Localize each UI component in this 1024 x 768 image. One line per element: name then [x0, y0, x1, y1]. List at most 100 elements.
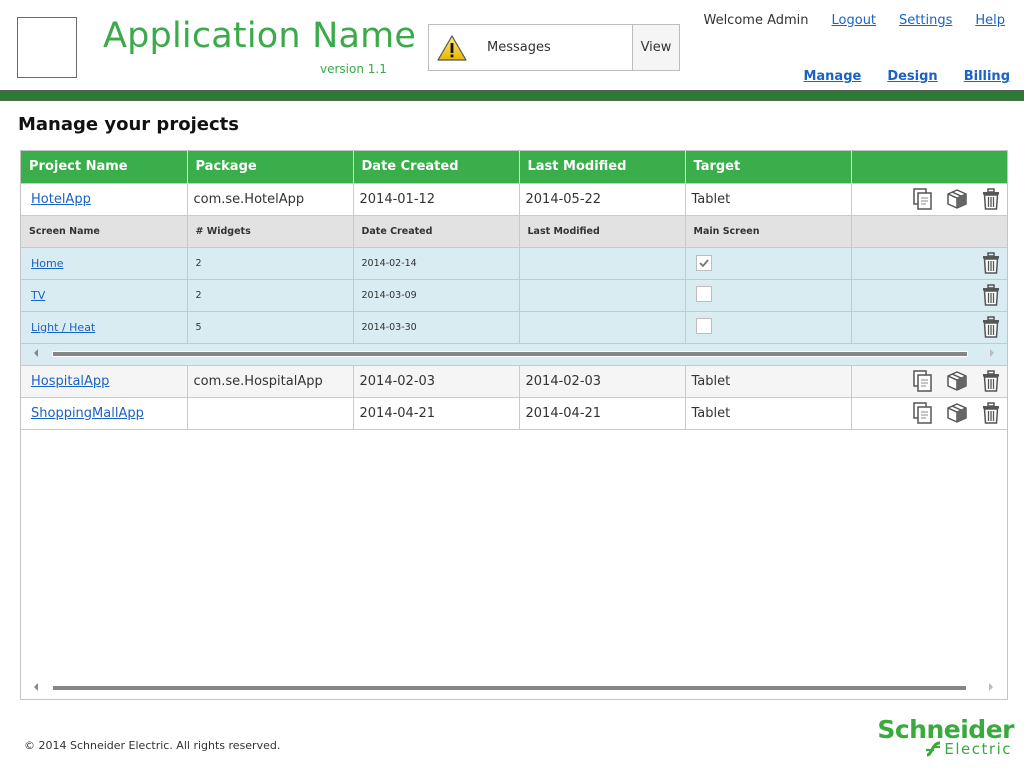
screens-horizontal-scrollbar[interactable] — [21, 344, 1007, 365]
nav-manage[interactable]: Manage — [803, 69, 861, 84]
column-header-last-modified[interactable]: Last Modified — [518, 151, 686, 183]
app-name: Application Name — [103, 16, 417, 56]
copy-icon[interactable] — [911, 402, 934, 425]
scroll-left-arrow-icon[interactable] — [34, 683, 38, 691]
sub-column-header-date-created[interactable]: Date Created — [352, 214, 520, 248]
brand-subtitle-wrap: Electric — [924, 740, 1012, 758]
target-cell: Tablet — [684, 396, 852, 430]
brand-mark-icon — [926, 741, 941, 757]
screen-last-modified-cell — [518, 278, 686, 312]
actions-cell — [850, 182, 1007, 216]
widgets-cell: 2 — [186, 246, 354, 280]
sub-column-header-screen-name[interactable]: Screen Name — [21, 214, 188, 248]
page-title: Manage your projects — [18, 114, 239, 135]
screen-last-modified-cell — [518, 310, 686, 344]
package-icon[interactable] — [945, 370, 968, 393]
target-cell: Tablet — [684, 182, 852, 216]
screen-row: Home 2 2014-02-14 — [21, 246, 1007, 280]
app-version: version 1.1 — [320, 62, 387, 76]
project-link[interactable]: ShoppingMallApp — [31, 406, 144, 421]
last-modified-cell: 2014-05-22 — [518, 182, 686, 216]
screen-date-created-cell: 2014-03-09 — [352, 278, 520, 312]
screen-date-created-cell: 2014-03-30 — [352, 310, 520, 344]
scrollbar-thumb[interactable] — [52, 350, 968, 357]
date-created-cell: 2014-04-21 — [352, 396, 520, 430]
trash-icon[interactable] — [979, 284, 1002, 307]
screen-date-created-cell: 2014-02-14 — [352, 246, 520, 280]
screen-link[interactable]: Home — [31, 257, 63, 270]
checkmark-icon — [698, 259, 709, 267]
user-links: Welcome Admin Logout Settings Help — [703, 13, 1005, 28]
column-header-target[interactable]: Target — [684, 151, 852, 183]
sub-column-header-actions — [850, 214, 1007, 248]
screens-table-header: Screen Name # Widgets Date Created Last … — [21, 214, 1007, 248]
brand-subtitle: Electric — [944, 740, 1012, 758]
projects-grid: Project Name Package Date Created Last M… — [20, 150, 1008, 700]
date-created-cell: 2014-02-03 — [352, 364, 520, 398]
main-screen-checkbox[interactable] — [695, 285, 712, 302]
table-row: ShoppingMallApp 2014-04-21 2014-04-21 Ta… — [21, 396, 1007, 430]
schneider-electric-logo: Schneider Electric — [877, 715, 1014, 759]
table-row: HotelApp com.se.HotelApp 2014-01-12 2014… — [21, 182, 1007, 216]
grid-horizontal-scrollbar[interactable] — [21, 678, 1007, 699]
scrollbar-thumb[interactable] — [52, 685, 967, 691]
logo-placeholder — [17, 17, 77, 78]
project-link[interactable]: HotelApp — [31, 192, 91, 207]
screen-row: Light / Heat 5 2014-03-30 — [21, 310, 1007, 344]
column-header-package[interactable]: Package — [186, 151, 354, 183]
trash-icon[interactable] — [979, 316, 1002, 339]
scroll-left-arrow-icon[interactable] — [34, 348, 38, 357]
warning-icon — [429, 25, 475, 70]
sub-column-header-last-modified[interactable]: Last Modified — [518, 214, 686, 248]
copyright-text: © 2014 Schneider Electric. All rights re… — [24, 739, 281, 752]
screen-last-modified-cell — [518, 246, 686, 280]
last-modified-cell: 2014-02-03 — [518, 364, 686, 398]
nav-billing[interactable]: Billing — [964, 69, 1010, 84]
scroll-right-arrow-icon[interactable] — [990, 348, 994, 357]
main-screen-checkbox[interactable] — [695, 317, 712, 334]
package-icon[interactable] — [945, 188, 968, 211]
date-created-cell: 2014-01-12 — [352, 182, 520, 216]
trash-icon[interactable] — [979, 402, 1002, 425]
actions-cell — [850, 364, 1007, 398]
header-divider — [0, 90, 1024, 101]
trash-icon[interactable] — [979, 188, 1002, 211]
table-row: HospitalApp com.se.HospitalApp 2014-02-0… — [21, 364, 1007, 398]
copy-icon[interactable] — [911, 370, 934, 393]
package-cell: com.se.HotelApp — [186, 182, 354, 216]
copy-icon[interactable] — [911, 188, 934, 211]
welcome-text: Welcome Admin — [703, 13, 809, 28]
main-screen-checkbox[interactable] — [695, 255, 712, 271]
table-header: Project Name Package Date Created Last M… — [21, 151, 1007, 183]
messages-panel: Messages View — [428, 24, 680, 71]
view-messages-button[interactable]: View — [632, 25, 679, 70]
column-header-date-created[interactable]: Date Created — [352, 151, 520, 183]
sub-column-header-widgets[interactable]: # Widgets — [186, 214, 354, 248]
widgets-cell: 2 — [186, 278, 354, 312]
actions-cell — [850, 396, 1007, 430]
scroll-right-arrow-icon[interactable] — [989, 683, 993, 691]
main-nav: Manage Design Billing — [777, 69, 1010, 84]
package-cell: com.se.HospitalApp — [186, 364, 354, 398]
project-link[interactable]: HospitalApp — [31, 374, 109, 389]
last-modified-cell: 2014-04-21 — [518, 396, 686, 430]
logout-link[interactable]: Logout — [832, 13, 877, 28]
messages-label: Messages — [487, 40, 551, 55]
settings-link[interactable]: Settings — [899, 13, 952, 28]
sub-column-header-main-screen[interactable]: Main Screen — [684, 214, 852, 248]
package-cell — [186, 396, 354, 430]
projects-table: Project Name Package Date Created Last M… — [21, 151, 1007, 430]
column-header-actions — [850, 151, 1007, 183]
column-header-project-name[interactable]: Project Name — [21, 151, 188, 183]
trash-icon[interactable] — [979, 252, 1002, 275]
screen-link[interactable]: TV — [31, 289, 45, 302]
screen-link[interactable]: Light / Heat — [31, 321, 95, 334]
target-cell: Tablet — [684, 364, 852, 398]
screens-scrollbar-row — [21, 342, 1007, 366]
nav-design[interactable]: Design — [887, 69, 937, 84]
trash-icon[interactable] — [979, 370, 1002, 393]
widgets-cell: 5 — [186, 310, 354, 344]
help-link[interactable]: Help — [975, 13, 1005, 28]
package-icon[interactable] — [945, 402, 968, 425]
screen-row: TV 2 2014-03-09 — [21, 278, 1007, 312]
